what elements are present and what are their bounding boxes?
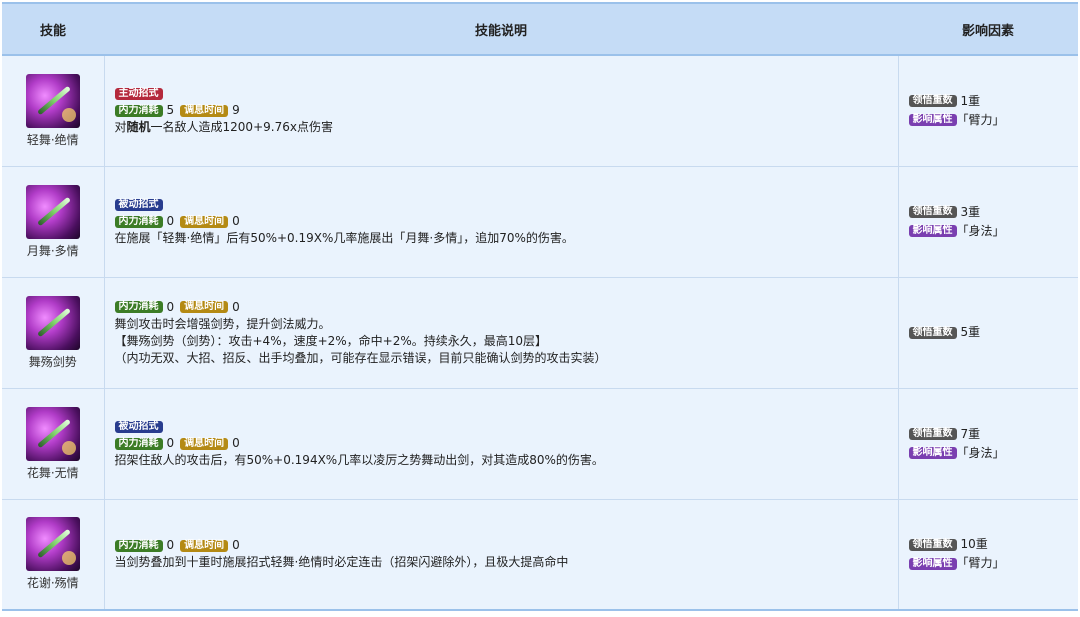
yingxiang-badge: 影响属性 xyxy=(908,225,957,237)
table-row: 舞殇剑势 内力消耗 0 调息时间 0 舞剑攻击时会增强剑势，提升剑法威力。 【舞殇剑势… xyxy=(2,277,1078,389)
tiaoxi-value: 0 xyxy=(232,538,240,553)
neili-value: 0 xyxy=(166,299,175,314)
skill-icon xyxy=(25,295,80,350)
tiaoxi-badge: 调息时间 xyxy=(180,437,229,450)
attr-value: 「臂力」 xyxy=(956,556,1005,571)
passive-badge: 被动招式 xyxy=(114,420,163,433)
description-cell: 被动招式 内力消耗 0 调息时间 0 在施展「轻舞·绝情」后有50%+0.19X%几率… xyxy=(104,166,898,278)
description-cell: 主动招式 内力消耗 5 调息时间 9 对随机一名敌人造成1200+9.76x点伤害 xyxy=(104,55,898,167)
description-cell: 内力消耗 0 调息时间 0 舞剑攻击时会增强剑势，提升剑法威力。 【舞殇剑势（剑势）：… xyxy=(104,277,898,389)
factor-cell: 领悟重数 1重 影响属性 「臂力」 xyxy=(897,55,1078,167)
skill-description: （内功无双、大招、招反、出手均叠加，可能存在显示错误，目前只能确认剑势的攻击实装… xyxy=(114,350,607,365)
skill-description: 对随机一名敌人造成1200+9.76x点伤害 xyxy=(115,119,897,136)
tiaoxi-badge: 调息时间 xyxy=(180,215,229,228)
yingxiang-badge: 影响属性 xyxy=(908,447,957,459)
skill-name: 花舞·无情 xyxy=(26,465,79,480)
lingwu-value: 1重 xyxy=(960,93,981,108)
skill-table-container: 技能 技能说明 影响因素 轻舞·绝情 主动招式 内力消耗 5 调息时间 9 对随机一名… xyxy=(2,2,1078,611)
lingwu-badge: 领悟重数 xyxy=(908,95,957,108)
neili-badge: 内力消耗 xyxy=(114,539,163,552)
tiaoxi-badge: 调息时间 xyxy=(180,301,229,313)
lingwu-value: 10重 xyxy=(960,537,988,552)
skill-cell: 舞殇剑势 xyxy=(2,277,105,389)
skill-description: 舞剑攻击时会增强剑势，提升剑法威力。 xyxy=(114,316,331,331)
table-header-row: 技能 技能说明 影响因素 xyxy=(2,2,1078,56)
neili-value: 0 xyxy=(166,436,175,450)
header-description: 技能说明 xyxy=(104,2,898,56)
tiaoxi-badge: 调息时间 xyxy=(180,104,229,117)
tiaoxi-value: 9 xyxy=(232,103,240,118)
skill-cell: 花舞·无情 xyxy=(2,388,105,500)
neili-badge: 内力消耗 xyxy=(114,301,163,313)
neili-value: 0 xyxy=(166,538,175,553)
lingwu-value: 3重 xyxy=(960,204,981,219)
tiaoxi-badge: 调息时间 xyxy=(180,539,229,552)
factor-cell: 领悟重数 3重 影响属性 「身法」 xyxy=(897,166,1078,278)
header-skill: 技能 xyxy=(2,2,104,56)
desc-keyword: 随机 xyxy=(126,120,151,135)
table-row: 花谢·殇情 内力消耗 0 调息时间 0 当剑势叠加到十重时施展招式轻舞·绝情时必定连击… xyxy=(2,499,1078,611)
tiaoxi-value: 0 xyxy=(232,214,240,228)
skill-description: 在施展「轻舞·绝情」后有50%+0.19X%几率施展出「月舞·多情」，追加70%… xyxy=(114,231,574,245)
passive-badge: 被动招式 xyxy=(114,198,163,211)
skill-name: 舞殇剑势 xyxy=(28,354,77,369)
description-cell: 被动招式 内力消耗 0 调息时间 0 招架住敌人的攻击后，有50%+0.194X%几率… xyxy=(104,388,898,500)
skill-description: 当剑势叠加到十重时施展招式轻舞·绝情时必定连击（招架闪避除外），且极大提高命中 xyxy=(114,555,569,570)
lingwu-value: 7重 xyxy=(960,426,981,441)
neili-badge: 内力消耗 xyxy=(114,437,163,450)
desc-text: 一名敌人造成1200+9.76x点伤害 xyxy=(150,120,333,135)
lingwu-badge: 领悟重数 xyxy=(908,206,957,218)
table-row: 花舞·无情 被动招式 内力消耗 0 调息时间 0 招架住敌人的攻击后，有50%+0.1… xyxy=(2,388,1078,500)
skill-cell: 轻舞·绝情 xyxy=(2,55,105,167)
skill-icon xyxy=(25,517,80,572)
skill-icon xyxy=(25,406,80,461)
attr-value: 「臂力」 xyxy=(956,112,1005,127)
skill-description: 【舞殇剑势（剑势）：攻击+4%，速度+2%，命中+2%。持续永久，最高10层】 xyxy=(114,333,548,348)
skill-name: 月舞·多情 xyxy=(26,243,79,258)
lingwu-badge: 领悟重数 xyxy=(908,326,957,339)
lingwu-badge: 领悟重数 xyxy=(908,428,957,440)
neili-badge: 内力消耗 xyxy=(114,104,163,117)
header-factor: 影响因素 xyxy=(898,2,1078,56)
skill-cell: 月舞·多情 xyxy=(2,166,105,278)
yingxiang-badge: 影响属性 xyxy=(908,114,957,127)
table-row: 月舞·多情 被动招式 内力消耗 0 调息时间 0 在施展「轻舞·绝情」后有50%+0.… xyxy=(2,166,1078,278)
neili-value: 5 xyxy=(166,103,175,118)
skill-table: 技能 技能说明 影响因素 轻舞·绝情 主动招式 内力消耗 5 调息时间 9 对随机一名… xyxy=(2,2,1078,611)
table-row: 轻舞·绝情 主动招式 内力消耗 5 调息时间 9 对随机一名敌人造成1200+9.76… xyxy=(2,55,1078,167)
lingwu-badge: 领悟重数 xyxy=(908,538,957,551)
neili-badge: 内力消耗 xyxy=(114,215,163,228)
neili-value: 0 xyxy=(166,214,175,228)
yingxiang-badge: 影响属性 xyxy=(908,557,957,570)
description-cell: 内力消耗 0 调息时间 0 当剑势叠加到十重时施展招式轻舞·绝情时必定连击（招架闪避除… xyxy=(104,499,898,611)
factor-cell: 领悟重数 5重 xyxy=(897,277,1078,389)
skill-icon xyxy=(25,73,80,128)
skill-icon xyxy=(25,184,80,239)
skill-name: 花谢·殇情 xyxy=(26,576,79,591)
attr-value: 「身法」 xyxy=(956,445,1005,460)
tiaoxi-value: 0 xyxy=(232,299,240,314)
tiaoxi-value: 0 xyxy=(232,436,240,450)
lingwu-value: 5重 xyxy=(960,325,981,339)
skill-description: 招架住敌人的攻击后，有50%+0.194X%几率以凌厉之势舞动出剑，对其造成80… xyxy=(114,453,604,467)
desc-text: 对 xyxy=(114,120,127,135)
attr-value: 「身法」 xyxy=(956,223,1005,238)
active-badge: 主动招式 xyxy=(114,87,163,100)
factor-cell: 领悟重数 10重 影响属性 「臂力」 xyxy=(897,499,1078,611)
skill-name: 轻舞·绝情 xyxy=(26,132,79,147)
skill-cell: 花谢·殇情 xyxy=(2,499,105,611)
factor-cell: 领悟重数 7重 影响属性 「身法」 xyxy=(897,388,1078,500)
